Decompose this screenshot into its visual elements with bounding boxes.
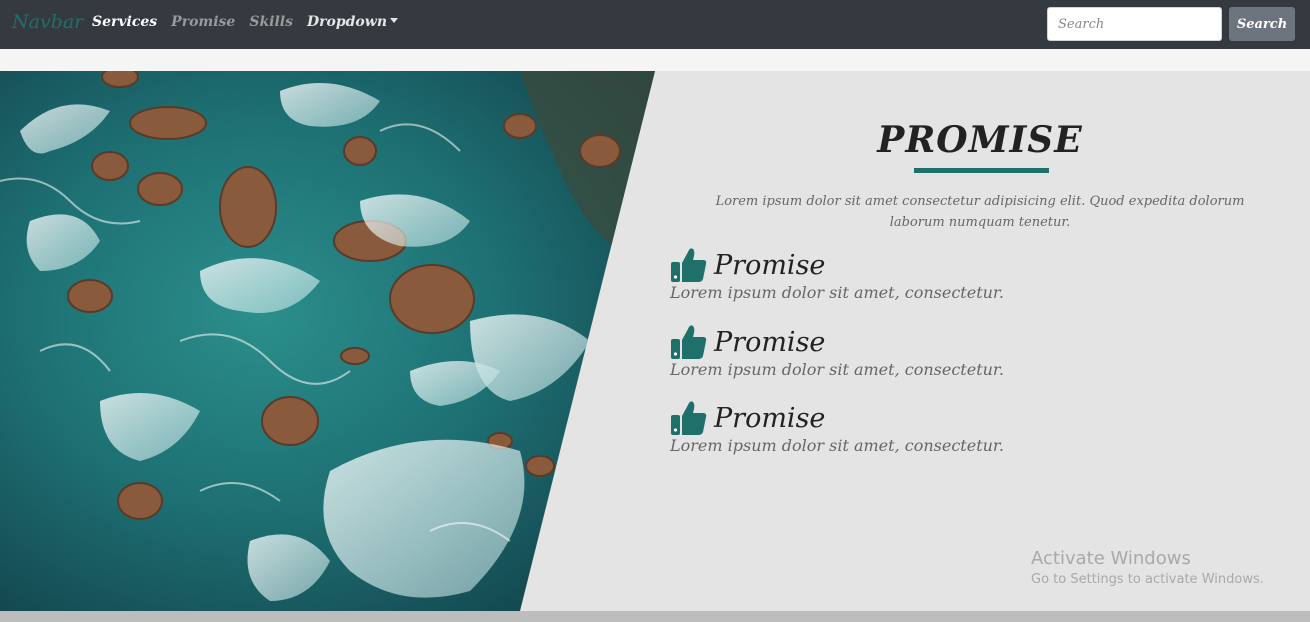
nav-links: Services Promise Skills Dropdown (92, 14, 399, 30)
nav-link-services[interactable]: Services (92, 14, 157, 30)
nav-link-promise[interactable]: Promise (171, 14, 235, 30)
thumbs-up-icon (671, 248, 707, 282)
promise-item-desc: Lorem ipsum dolor sit amet, consectetur. (670, 360, 1004, 379)
promise-item-title: Promise (714, 249, 826, 281)
promise-item-head: Promise (670, 322, 1230, 362)
nav-link-dropdown[interactable]: Dropdown (307, 14, 399, 30)
activate-windows-watermark: Activate Windows Go to Settings to activ… (1031, 548, 1264, 587)
thumbs-up-icon (671, 401, 707, 435)
promise-item: Promise Lorem ipsum dolor sit amet, cons… (670, 398, 1230, 455)
thumbs-up-icon (671, 325, 707, 359)
promise-item: Promise Lorem ipsum dolor sit amet, cons… (670, 245, 1230, 302)
watermark-subtitle: Go to Settings to activate Windows. (1031, 572, 1264, 587)
navbar-brand[interactable]: Navbar (12, 11, 83, 33)
caret-down-icon (390, 18, 399, 23)
promise-item-title: Promise (714, 326, 826, 358)
promise-item: Promise Lorem ipsum dolor sit amet, cons… (670, 322, 1230, 379)
promise-item-head: Promise (670, 245, 1230, 285)
top-strip (0, 49, 1310, 71)
nav-link-skills[interactable]: Skills (249, 14, 293, 30)
promise-item-head: Promise (670, 398, 1230, 438)
ocean-rocks-image (0, 71, 655, 611)
promise-item-desc: Lorem ipsum dolor sit amet, consectetur. (670, 436, 1004, 455)
promise-section: PROMISE Lorem ipsum dolor sit amet conse… (0, 71, 1310, 611)
section-title: PROMISE (877, 119, 1083, 161)
watermark-title: Activate Windows (1031, 548, 1191, 569)
dropdown-label: Dropdown (307, 14, 388, 30)
title-underline (914, 168, 1049, 173)
promise-item-desc: Lorem ipsum dolor sit amet, consectetur. (670, 283, 1004, 302)
navbar: Navbar Services Promise Skills Dropdown … (0, 0, 1310, 49)
bottom-bar (0, 611, 1310, 622)
search-input[interactable] (1047, 7, 1222, 41)
promise-item-title: Promise (714, 402, 826, 434)
search-button[interactable]: Search (1229, 7, 1295, 41)
section-intro: Lorem ipsum dolor sit amet consectetur a… (715, 194, 1245, 230)
